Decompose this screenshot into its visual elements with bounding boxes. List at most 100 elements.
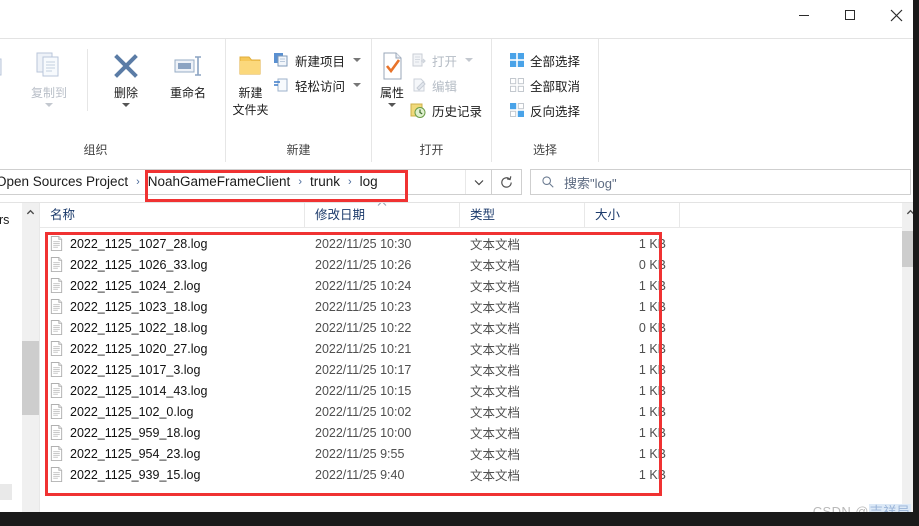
text-document-icon (50, 467, 63, 482)
edit-button[interactable]: 编辑 (406, 74, 486, 96)
ribbon-group-open: 属性 打开 编辑 历史记录 打开 (372, 39, 492, 162)
file-name-cell[interactable]: 2022_1125_102_0.log (40, 404, 305, 419)
properties-button[interactable]: 属性 (378, 43, 406, 107)
text-document-icon (50, 341, 63, 356)
file-name-cell[interactable]: 2022_1125_1026_33.log (40, 257, 305, 272)
file-name-cell[interactable]: 2022_1125_1027_28.log (40, 236, 305, 251)
search-input[interactable]: 搜索"log" (530, 169, 911, 195)
column-header-name[interactable]: 名称 (40, 202, 305, 228)
breadcrumb-log[interactable]: log (353, 170, 385, 194)
screenshot-right-edge (913, 0, 919, 526)
screenshot-bottom-edge (0, 512, 919, 526)
invert-selection-icon (508, 102, 525, 119)
table-row[interactable]: 2022_1125_954_23.log 2022/11/25 9:55 文本文档 1… (40, 443, 902, 464)
text-document-icon (50, 299, 63, 314)
file-name-cell[interactable]: 2022_1125_959_18.log (40, 425, 305, 440)
file-name-text: 2022_1125_1017_3.log (70, 362, 201, 377)
file-size-cell: 0 KB (638, 257, 666, 272)
new-item-button[interactable]: 新建项目 (269, 49, 365, 71)
address-bar: Open Sources Project › NoahGameFrameClie… (0, 162, 919, 202)
copy-to-button[interactable]: 复制到 (18, 43, 80, 107)
refresh-button[interactable] (492, 169, 522, 195)
minimize-button[interactable] (781, 0, 827, 30)
address-path-box[interactable]: Open Sources Project › NoahGameFrameClie… (0, 169, 492, 195)
file-name-cell[interactable]: 2022_1125_954_23.log (40, 446, 305, 461)
table-row[interactable]: 2022_1125_1027_28.log 2022/11/25 10:30 文本文… (40, 233, 902, 254)
move-to-button[interactable]: 到 (0, 43, 18, 107)
file-name-cell[interactable]: 2022_1125_1020_27.log (40, 341, 305, 356)
file-name-text: 2022_1125_954_23.log (70, 446, 201, 461)
file-name-text: 2022_1125_1026_33.log (70, 257, 208, 272)
properties-icon (378, 48, 406, 84)
file-name-cell[interactable]: 2022_1125_939_15.log (40, 467, 305, 482)
file-name-cell[interactable]: 2022_1125_1023_18.log (40, 299, 305, 314)
table-row[interactable]: 2022_1125_1022_18.log 2022/11/25 10:22 文本文… (40, 317, 902, 338)
table-row[interactable]: 2022_1125_1020_27.log 2022/11/25 10:21 文本文… (40, 338, 902, 359)
file-name-cell[interactable]: 2022_1125_1022_18.log (40, 320, 305, 335)
navigation-pane-visible-text[interactable]: ers (0, 213, 9, 227)
text-document-icon (50, 404, 63, 419)
file-name-text: 2022_1125_1020_27.log (70, 341, 208, 356)
column-header-date[interactable]: 修改日期 (305, 202, 460, 228)
navigation-pane-scrollbar[interactable] (22, 202, 39, 526)
table-row[interactable]: 2022_1125_102_0.log 2022/11/25 10:02 文本文档 1… (40, 401, 902, 422)
table-row[interactable]: 2022_1125_1024_2.log 2022/11/25 10:24 文本文档… (40, 275, 902, 296)
ribbon-group-select-label: 选择 (532, 143, 557, 157)
new-folder-button[interactable]: 新建 文件夹 (232, 43, 269, 118)
chevron-up-icon (26, 209, 35, 214)
history-label: 历史记录 (432, 104, 483, 119)
file-type-cell: 文本文档 (470, 322, 521, 336)
breadcrumb-trunk[interactable]: trunk (303, 170, 347, 194)
text-document-icon (50, 278, 63, 293)
breadcrumb-open-sources-project[interactable]: Open Sources Project (0, 170, 135, 194)
file-size-cell: 1 KB (638, 341, 666, 356)
file-date-cell: 2022/11/25 10:24 (315, 278, 412, 293)
nav-scroll-track[interactable] (22, 221, 39, 508)
rename-button[interactable]: 重命名 (157, 43, 219, 101)
text-document-icon (50, 383, 63, 398)
maximize-button[interactable] (827, 0, 873, 30)
file-name-cell[interactable]: 2022_1125_1024_2.log (40, 278, 305, 293)
text-document-icon (50, 257, 63, 272)
open-button[interactable]: 打开 (406, 49, 486, 71)
column-header-type[interactable]: 类型 (460, 202, 585, 228)
title-bar: ? (0, 0, 919, 56)
rename-icon (171, 48, 205, 84)
table-row[interactable]: 2022_1125_1017_3.log 2022/11/25 10:17 文本文档… (40, 359, 902, 380)
history-button[interactable]: 历史记录 (406, 99, 486, 121)
nav-scroll-thumb[interactable] (22, 341, 39, 415)
file-name-cell[interactable]: 2022_1125_1017_3.log (40, 362, 305, 377)
ribbon-group-new-label: 新建 (286, 143, 311, 157)
file-size-cell: 1 KB (638, 404, 666, 419)
select-none-label: 全部取消 (530, 79, 581, 94)
new-item-caret-icon (353, 58, 361, 62)
easy-access-label: 轻松访问 (294, 79, 345, 94)
delete-button[interactable]: 删除 (95, 43, 157, 107)
new-folder-icon (233, 48, 267, 84)
table-row[interactable]: 2022_1125_1026_33.log 2022/11/25 10:26 文本文… (40, 254, 902, 275)
file-list-pane: 名称 修改日期 类型 大小 2022_1125_1027_28.log 2022/… (39, 202, 902, 526)
select-all-button[interactable]: 全部选择 (504, 49, 584, 71)
table-row[interactable]: 2022_1125_959_18.log 2022/11/25 10:00 文本文档… (40, 422, 902, 443)
file-type-cell: 文本文档 (470, 280, 521, 294)
new-item-icon (273, 52, 290, 69)
search-text: 搜索"log" (564, 175, 617, 191)
breadcrumb-noahgameframeclient[interactable]: NoahGameFrameClient (141, 170, 298, 194)
invert-selection-button[interactable]: 反向选择 (504, 99, 584, 121)
table-row[interactable]: 2022_1125_1023_18.log 2022/11/25 10:23 文本文… (40, 296, 902, 317)
invert-selection-label: 反向选择 (530, 104, 581, 119)
text-document-icon (50, 446, 63, 461)
table-row[interactable]: 2022_1125_1014_43.log 2022/11/25 10:15 文本文… (40, 380, 902, 401)
file-date-cell: 2022/11/25 10:15 (315, 383, 412, 398)
copy-to-icon (32, 48, 66, 84)
file-name-text: 2022_1125_1023_18.log (70, 299, 208, 314)
nav-scroll-up-button[interactable] (22, 203, 39, 221)
file-name-cell[interactable]: 2022_1125_1014_43.log (40, 383, 305, 398)
address-dropdown-button[interactable] (465, 170, 491, 194)
select-none-button[interactable]: 全部取消 (504, 74, 584, 96)
ribbon-group-organize: 到 复制到 (0, 39, 226, 162)
easy-access-button[interactable]: 轻松访问 (269, 74, 365, 96)
column-header-size[interactable]: 大小 (585, 202, 680, 228)
file-date-cell: 2022/11/25 10:30 (315, 236, 412, 251)
table-row[interactable]: 2022_1125_939_15.log 2022/11/25 9:40 文本文档 1… (40, 464, 902, 485)
